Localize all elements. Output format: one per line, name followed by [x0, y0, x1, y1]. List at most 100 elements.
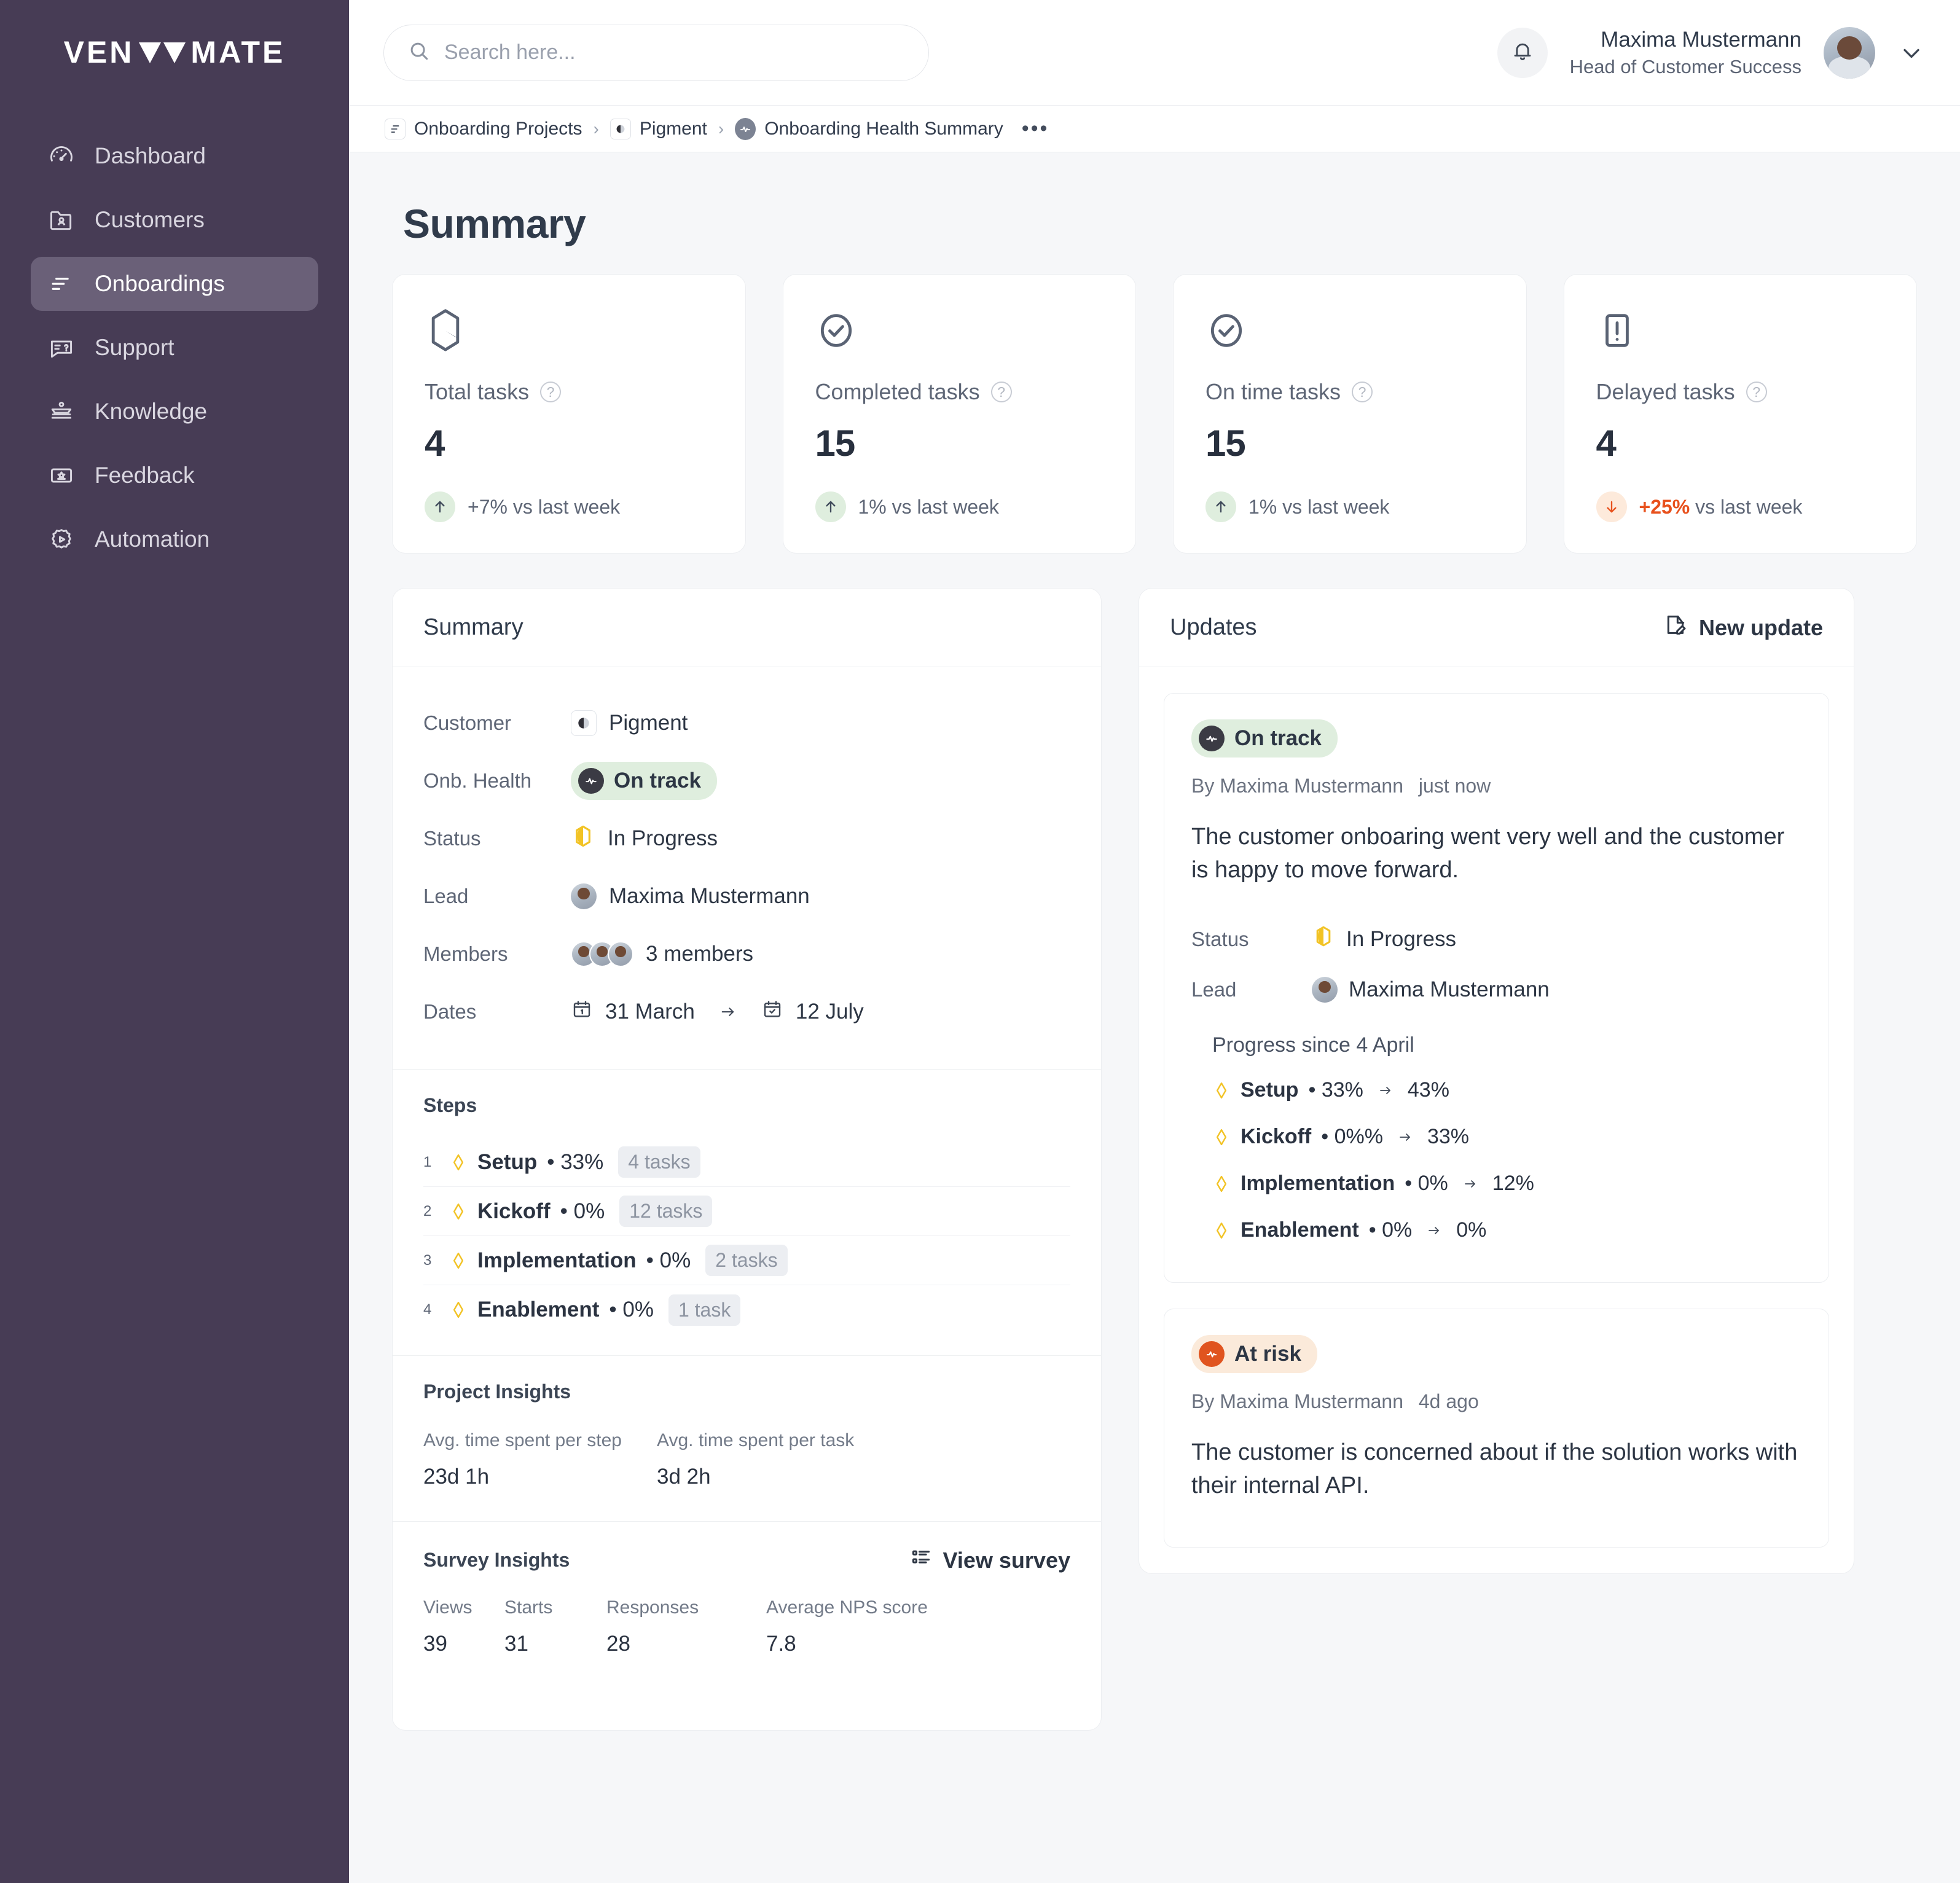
notifications-button[interactable]	[1497, 27, 1548, 78]
stat-label: On time tasks	[1205, 379, 1341, 404]
field-value[interactable]: Maxima Mustermann	[571, 883, 810, 909]
update-timestamp: 4d ago	[1418, 1390, 1479, 1412]
sidebar-item-dashboard[interactable]: Dashboard	[31, 129, 318, 183]
update-meta: By Maxima Mustermann just now	[1191, 775, 1801, 797]
check-circle-icon	[815, 308, 1104, 353]
avatar[interactable]	[1824, 26, 1875, 79]
field-value[interactable]: 31 March 12 July	[571, 998, 864, 1026]
step-number: 3	[423, 1251, 432, 1269]
stat-cards: Total tasks ? 4 +7% vs last week Complet…	[392, 274, 1917, 554]
main-area: Search here... Maxima Mustermann Head of…	[349, 0, 1960, 1883]
field-value: In Progress	[1312, 925, 1456, 953]
app-root: VEN MATE Dashboard Customers Onboardings…	[0, 0, 1960, 1883]
step-name: Enablement	[477, 1298, 600, 1321]
stat-delta: +7% vs last week	[425, 491, 713, 522]
help-icon[interactable]: ?	[1352, 382, 1373, 402]
step-name: Setup	[477, 1149, 538, 1174]
update-card[interactable]: At risk By Maxima Mustermann 4d ago The …	[1164, 1308, 1829, 1548]
breadcrumb-overflow-button[interactable]: •••	[1022, 118, 1049, 138]
sidebar-item-automation[interactable]: Automation	[31, 512, 318, 566]
chevron-down-icon[interactable]	[1897, 39, 1926, 67]
hexagon-half-icon	[425, 308, 713, 353]
logo[interactable]: VEN MATE	[0, 0, 349, 104]
diamond-icon	[1212, 1175, 1231, 1193]
status-badge-on-track[interactable]: On track	[571, 762, 717, 800]
summary-panel-header: Summary	[393, 589, 1101, 667]
survey-insights-title: Survey Insights	[423, 1549, 570, 1571]
page-title: Summary	[403, 201, 586, 246]
summary-fields: Customer Pigment Onb. Health On track St…	[393, 667, 1101, 1070]
field-customer: Customer Pigment	[423, 694, 1070, 752]
user-role: Head of Customer Success	[1569, 55, 1801, 77]
diamond-icon	[449, 1301, 468, 1319]
sidebar-item-onboardings[interactable]: Onboardings	[31, 257, 318, 311]
step-row[interactable]: 4 Enablement • 0% 1 task	[423, 1285, 1070, 1334]
stat-delta: 1% vs last week	[1205, 491, 1494, 522]
help-icon[interactable]: ?	[990, 382, 1012, 402]
sidebar-item-customers[interactable]: Customers	[31, 193, 318, 247]
field-members: Members 3 members	[423, 925, 1070, 983]
field-label: Status	[1191, 927, 1249, 950]
arrow-right-icon	[1373, 1081, 1398, 1100]
sidebar-item-support[interactable]: Support	[31, 321, 318, 375]
panel-title: Summary	[423, 614, 523, 640]
breadcrumb-item-onboarding-health-summary[interactable]: Onboarding Health Summary	[735, 117, 1003, 140]
progress-row: Implementation • 0% 12%	[1191, 1161, 1801, 1207]
search-input[interactable]: Search here...	[383, 24, 929, 81]
help-icon[interactable]: ?	[1746, 382, 1767, 402]
breadcrumb-item-pigment[interactable]: Pigment	[610, 118, 707, 139]
sidebar-item-feedback[interactable]: Feedback	[31, 448, 318, 503]
progress-from: • 0%%	[1321, 1125, 1383, 1149]
progress-to: 33%	[1427, 1125, 1470, 1149]
survey-insights-section: Survey Insights View survey Views 39 Sta…	[393, 1522, 1101, 1730]
step-row[interactable]: 2 Kickoff • 0% 12 tasks	[423, 1187, 1070, 1236]
stat-delta-text: +25% vs last week	[1639, 495, 1803, 518]
step-number: 2	[423, 1202, 432, 1219]
project-insights-section: Project Insights Avg. time spent per ste…	[393, 1356, 1101, 1522]
progress-row: Setup • 33% 43%	[1191, 1067, 1801, 1114]
step-task-count: 12 tasks	[619, 1196, 713, 1227]
survey-metric-nps: Average NPS score 7.8	[766, 1597, 928, 1656]
arrow-up-icon	[425, 491, 455, 522]
user-meta[interactable]: Maxima Mustermann Head of Customer Succe…	[1570, 28, 1801, 78]
onboarding-lines-icon	[47, 269, 76, 299]
field-value[interactable]: 3 members	[571, 941, 753, 967]
field-label: Status	[423, 827, 481, 850]
help-icon[interactable]: ?	[540, 382, 562, 402]
sidebar-item-label: Knowledge	[95, 399, 208, 424]
progress-step-name: Setup	[1241, 1078, 1299, 1102]
new-update-button[interactable]: New update	[1663, 613, 1823, 643]
steps-title: Steps	[423, 1094, 477, 1116]
status-badge-label: On track	[614, 769, 701, 793]
summary-panel: Summary Customer Pigment Onb. Health On …	[392, 588, 1102, 1731]
diamond-icon	[449, 1202, 468, 1221]
insight-value: 3d 2h	[657, 1465, 711, 1489]
progress-row: Kickoff • 0%% 33%	[1191, 1114, 1801, 1161]
survey-metric-value: 31	[504, 1632, 528, 1656]
status-badge-at-risk[interactable]: At risk	[1191, 1334, 1317, 1373]
stat-card-total-tasks: Total tasks ? 4 +7% vs last week	[392, 274, 746, 554]
step-number: 4	[423, 1301, 432, 1318]
project-insights-title: Project Insights	[423, 1380, 571, 1403]
arrow-up-icon	[1205, 491, 1236, 522]
logo-text-right: MATE	[190, 35, 286, 69]
stat-card-delayed-tasks: Delayed tasks ? 4 +25% vs last week	[1563, 274, 1917, 554]
progress-row: Enablement • 0% 0%	[1191, 1207, 1801, 1254]
insight-avg-time-per-step: Avg. time spent per step 23d 1h	[423, 1430, 657, 1489]
step-row[interactable]: 1 Setup • 33% 4 tasks	[423, 1138, 1070, 1187]
view-survey-button[interactable]: View survey	[910, 1546, 1070, 1574]
field-label: Onb. Health	[423, 769, 532, 792]
field-value[interactable]: Pigment	[571, 710, 688, 736]
status-diamond-icon	[571, 824, 595, 854]
breadcrumb-item-onboarding-projects[interactable]: Onboarding Projects	[385, 118, 582, 139]
update-card[interactable]: On track By Maxima Mustermann just now T…	[1164, 693, 1829, 1283]
status-badge-on-track[interactable]: On track	[1191, 719, 1338, 758]
stat-label: Total tasks	[425, 379, 530, 404]
field-value[interactable]: In Progress	[571, 824, 718, 854]
step-row[interactable]: 3 Implementation • 0% 2 tasks	[423, 1236, 1070, 1285]
survey-metric-value: 7.8	[766, 1632, 796, 1656]
arrow-right-icon	[1393, 1128, 1417, 1146]
field-lead: Lead Maxima Mustermann	[423, 867, 1070, 925]
sidebar-item-knowledge[interactable]: Knowledge	[31, 385, 318, 439]
diamond-icon	[449, 1251, 468, 1270]
